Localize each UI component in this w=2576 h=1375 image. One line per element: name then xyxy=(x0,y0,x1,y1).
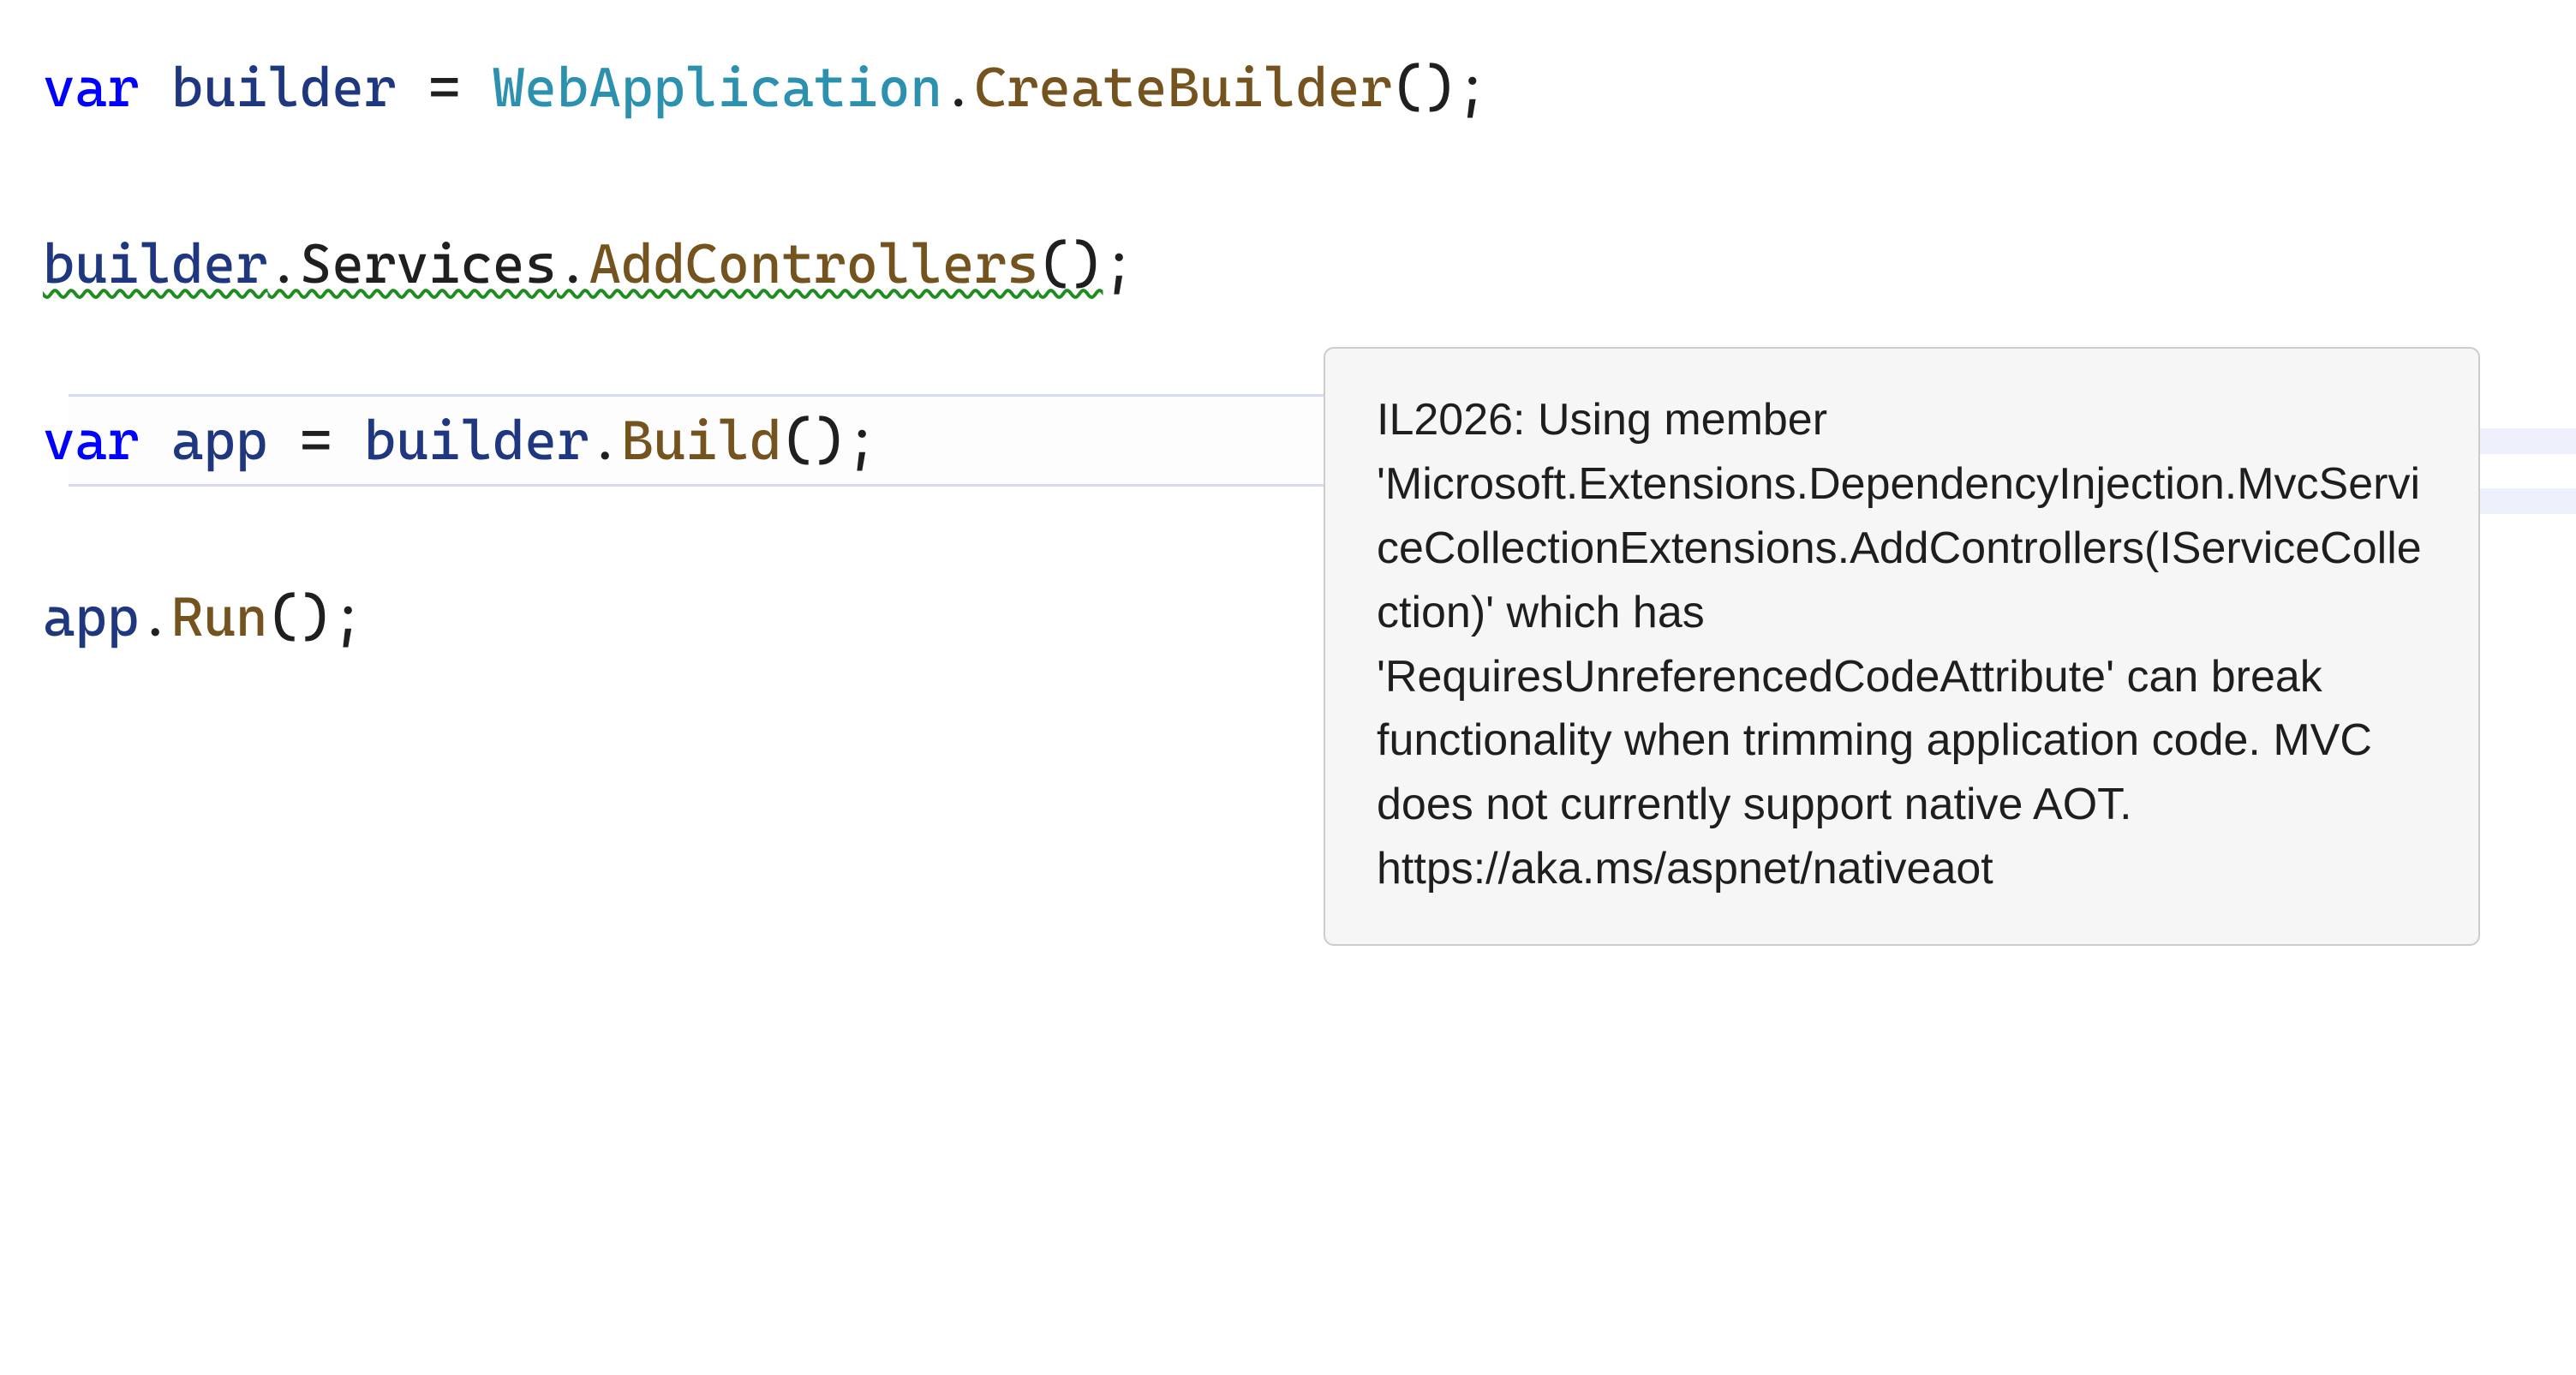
space xyxy=(268,413,301,468)
warning-tooltip: IL2026: Using member 'Microsoft.Extensio… xyxy=(1324,347,2480,946)
identifier-app: app xyxy=(171,413,268,468)
method-run: Run xyxy=(171,589,268,644)
identifier-builder: builder xyxy=(43,236,268,291)
identifier-builder: builder xyxy=(171,60,397,115)
space xyxy=(397,60,429,115)
method-addcontrollers: AddControllers xyxy=(589,236,1039,291)
parens: () xyxy=(1039,236,1103,291)
operator-equals: = xyxy=(300,413,332,468)
code-line[interactable]: builder.Services.AddControllers(); xyxy=(43,219,2576,308)
method-build: Build xyxy=(621,413,782,468)
code-line[interactable]: var builder = WebApplication.CreateBuild… xyxy=(43,43,2576,131)
operator-dot: . xyxy=(140,589,172,644)
parens-semicolon: (); xyxy=(1392,60,1489,115)
space xyxy=(140,413,172,468)
space xyxy=(140,60,172,115)
operator-dot: . xyxy=(268,236,301,291)
type-webapplication: WebApplication xyxy=(493,60,942,115)
keyword-var: var xyxy=(43,60,140,115)
parens-semicolon: (); xyxy=(268,589,365,644)
identifier-app: app xyxy=(43,589,140,644)
semicolon: ; xyxy=(1103,236,1136,291)
operator-dot: . xyxy=(942,60,975,115)
parens-semicolon: (); xyxy=(782,413,879,468)
warning-tooltip-text: IL2026: Using member 'Microsoft.Extensio… xyxy=(1377,395,2422,894)
method-createbuilder: CreateBuilder xyxy=(975,60,1393,115)
code-line-blank[interactable] xyxy=(43,131,2576,219)
property-services: Services xyxy=(300,236,557,291)
keyword-var: var xyxy=(43,413,140,468)
identifier-builder: builder xyxy=(364,413,589,468)
space xyxy=(461,60,493,115)
space xyxy=(332,413,365,468)
operator-equals: = xyxy=(428,60,461,115)
operator-dot: . xyxy=(589,413,622,468)
operator-dot: . xyxy=(557,236,589,291)
